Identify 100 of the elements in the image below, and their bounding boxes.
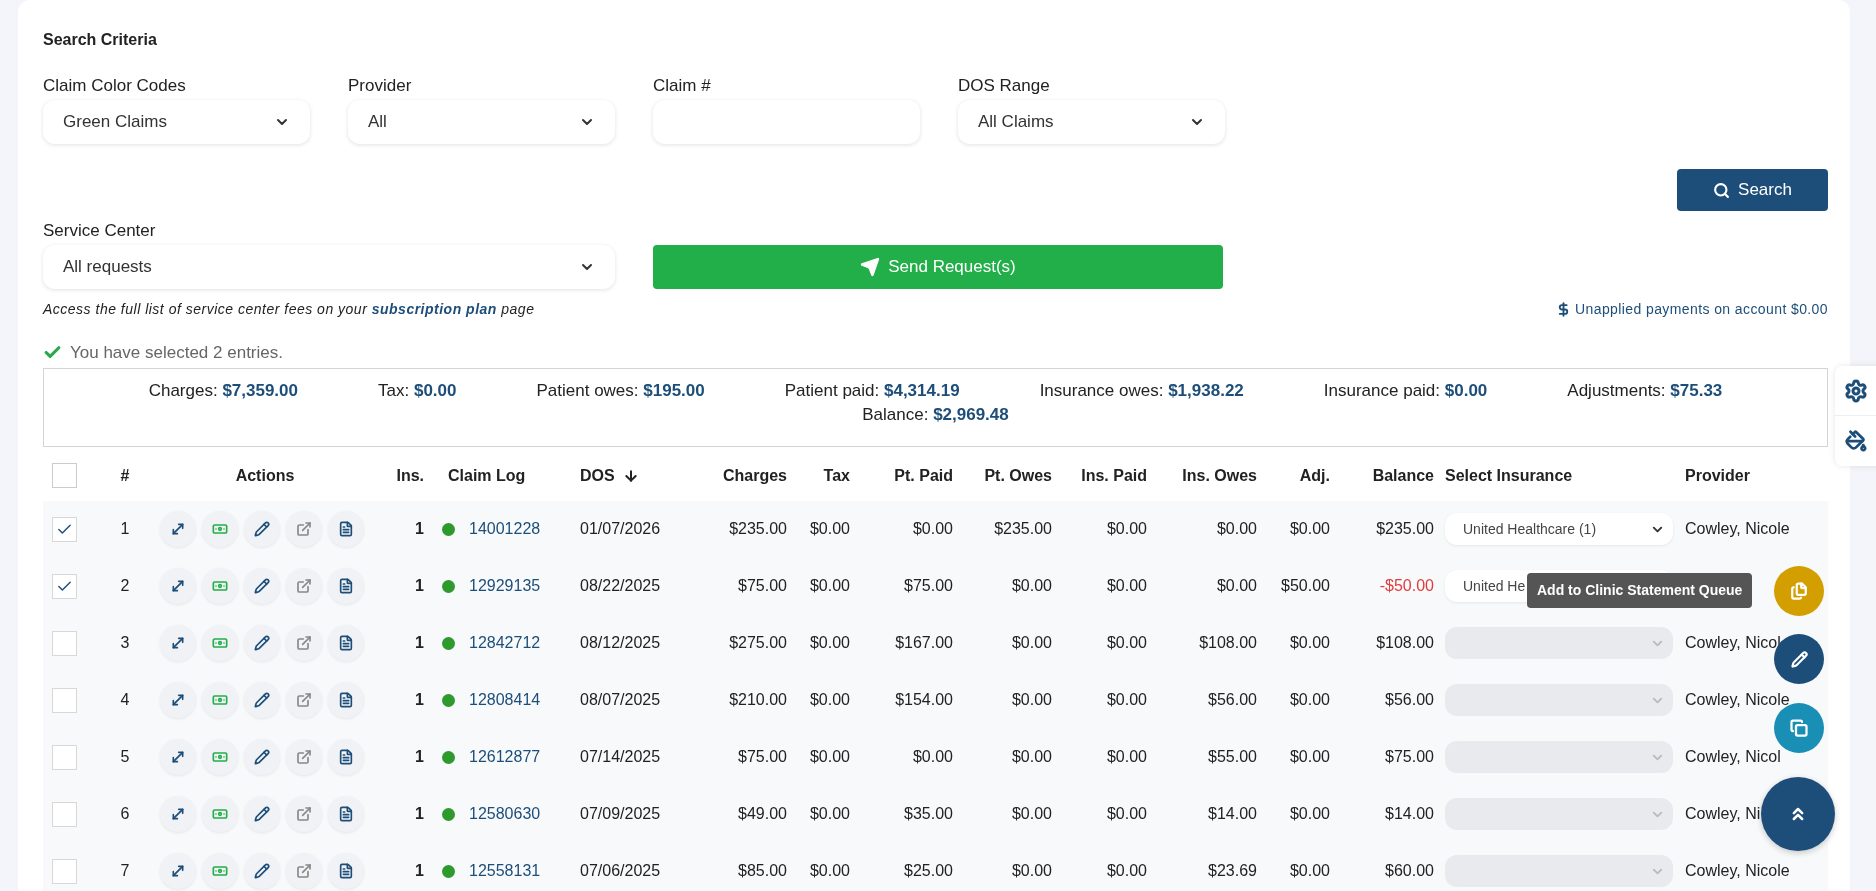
table-cell: 1 — [415, 862, 424, 879]
table-cell: $14.00 — [1208, 805, 1257, 822]
column-header: # — [120, 466, 130, 484]
table-cell: Cowley, Nicol — [1685, 748, 1781, 765]
table-cell: Cowley, Ni — [1685, 805, 1761, 822]
row-number: 1 — [120, 520, 130, 537]
summary-item: Insurance paid: $0.00 — [1323, 379, 1488, 402]
table-cell: 1 — [415, 634, 424, 651]
table-cell: $50.00 — [1281, 577, 1330, 594]
table-cell: $60.00 — [1385, 862, 1434, 879]
column-header: Provider — [1685, 466, 1750, 484]
table-cell: -$50.00 — [1379, 577, 1434, 594]
table-cell: 01/07/2026 — [580, 520, 661, 537]
tooltip: Add to Clinic Statement Queue — [1527, 573, 1753, 608]
column-header: Adj. — [1299, 466, 1330, 484]
row-number: 6 — [120, 805, 130, 822]
row-number: 7 — [120, 862, 130, 879]
table-cell: $0.00 — [1216, 577, 1257, 594]
table-cell: $0.00 — [1289, 691, 1330, 708]
table-cell: $85.00 — [738, 862, 787, 879]
table-cell: Cowley, Nicole — [1685, 520, 1790, 537]
table-cell: $0.00 — [1106, 577, 1147, 594]
column-header: Ins. Owes — [1182, 466, 1257, 484]
section-title: Search Criteria — [43, 30, 158, 50]
table-cell: 1 — [415, 691, 424, 708]
table-cell: 07/09/2025 — [580, 805, 661, 822]
column-header: Charges — [722, 466, 787, 484]
table-cell: $167.00 — [895, 634, 953, 651]
table-cell: Cowley, Nicol — [1685, 634, 1781, 651]
summary-item: Adjustments: $75.33 — [1567, 379, 1723, 402]
table-cell: $0.00 — [809, 577, 850, 594]
table-cell: $0.00 — [1106, 634, 1147, 651]
field-label: Service Center — [43, 221, 157, 241]
table-cell: Cowley, Nicole — [1685, 691, 1790, 708]
row-number: 3 — [120, 634, 130, 651]
table-cell: $235.00 — [994, 520, 1052, 537]
table-cell: $108.00 — [1199, 634, 1257, 651]
table-cell: $0.00 — [809, 748, 850, 765]
table-cell: $0.00 — [1106, 862, 1147, 879]
table-cell: 1 — [415, 805, 424, 822]
table-cell: $0.00 — [809, 691, 850, 708]
column-header: Claim Log — [448, 466, 526, 484]
table-cell: 07/06/2025 — [580, 862, 661, 879]
table-cell: $23.69 — [1208, 862, 1257, 879]
table-cell: $75.00 — [1385, 748, 1434, 765]
summary-item: Patient paid: $4,314.19 — [784, 379, 960, 402]
summary-item: Charges: $7,359.00 — [148, 379, 298, 402]
column-header: Actions — [235, 466, 295, 484]
table-cell: $0.00 — [1011, 634, 1052, 651]
table-cell: 1 — [415, 748, 424, 765]
table-cell: $235.00 — [729, 520, 787, 537]
table-cell: $0.00 — [1106, 691, 1147, 708]
table-cell: $0.00 — [1106, 520, 1147, 537]
table-cell: $0.00 — [809, 862, 850, 879]
column-header: Pt. Paid — [894, 466, 953, 484]
column-header: Ins. Paid — [1081, 466, 1147, 484]
table-cell: 07/14/2025 — [580, 748, 661, 765]
table-cell: $35.00 — [904, 805, 953, 822]
table-cell: $25.00 — [904, 862, 953, 879]
column-header: DOS — [580, 465, 615, 486]
table-cell: $14.00 — [1385, 805, 1434, 822]
table-cell: $0.00 — [1289, 748, 1330, 765]
table-cell: $0.00 — [1106, 805, 1147, 822]
column-header: Pt. Owes — [984, 466, 1052, 484]
summary-item: Tax: $0.00 — [378, 379, 457, 402]
field-label: Claim Color Codes — [43, 76, 187, 96]
table-cell: $210.00 — [729, 691, 787, 708]
table-cell: $0.00 — [809, 634, 850, 651]
table-cell: $275.00 — [729, 634, 787, 651]
table-cell: $0.00 — [1289, 520, 1330, 537]
summary-item: Balance: $2,969.48 — [862, 403, 1009, 426]
table-cell: $56.00 — [1385, 691, 1434, 708]
table-cell: $75.00 — [738, 577, 787, 594]
column-header: Select Insurance — [1445, 466, 1573, 484]
table-cell: 08/12/2025 — [580, 634, 661, 651]
field-label: Provider — [348, 76, 413, 96]
table-cell: $0.00 — [1011, 805, 1052, 822]
table-cell: $235.00 — [1376, 520, 1434, 537]
row-number: 5 — [120, 748, 130, 765]
table-cell: $108.00 — [1376, 634, 1434, 651]
table-cell: $0.00 — [1216, 520, 1257, 537]
table-cell: $0.00 — [1289, 634, 1330, 651]
table-cell: 1 — [415, 577, 424, 594]
table-cell: $0.00 — [1289, 805, 1330, 822]
table-cell: 08/07/2025 — [580, 691, 661, 708]
table-cell: $0.00 — [1011, 862, 1052, 879]
table-cell: $0.00 — [1011, 691, 1052, 708]
table-cell: $55.00 — [1208, 748, 1257, 765]
column-header: Balance — [1372, 466, 1434, 484]
row-number: 4 — [120, 691, 130, 708]
table-cell: $56.00 — [1208, 691, 1257, 708]
selection-message: You have selected 2 entries. — [70, 342, 283, 364]
table-cell: $0.00 — [1289, 862, 1330, 879]
table-cell: $154.00 — [895, 691, 953, 708]
table-cell: $0.00 — [912, 520, 953, 537]
field-label: DOS Range — [958, 76, 1051, 96]
summary-item: Patient owes: $195.00 — [536, 379, 705, 402]
table-cell: $0.00 — [912, 748, 953, 765]
fees-note: Access the full list of service center fees on your subscription plan page — [43, 300, 535, 319]
field-label: Claim # — [653, 76, 712, 96]
